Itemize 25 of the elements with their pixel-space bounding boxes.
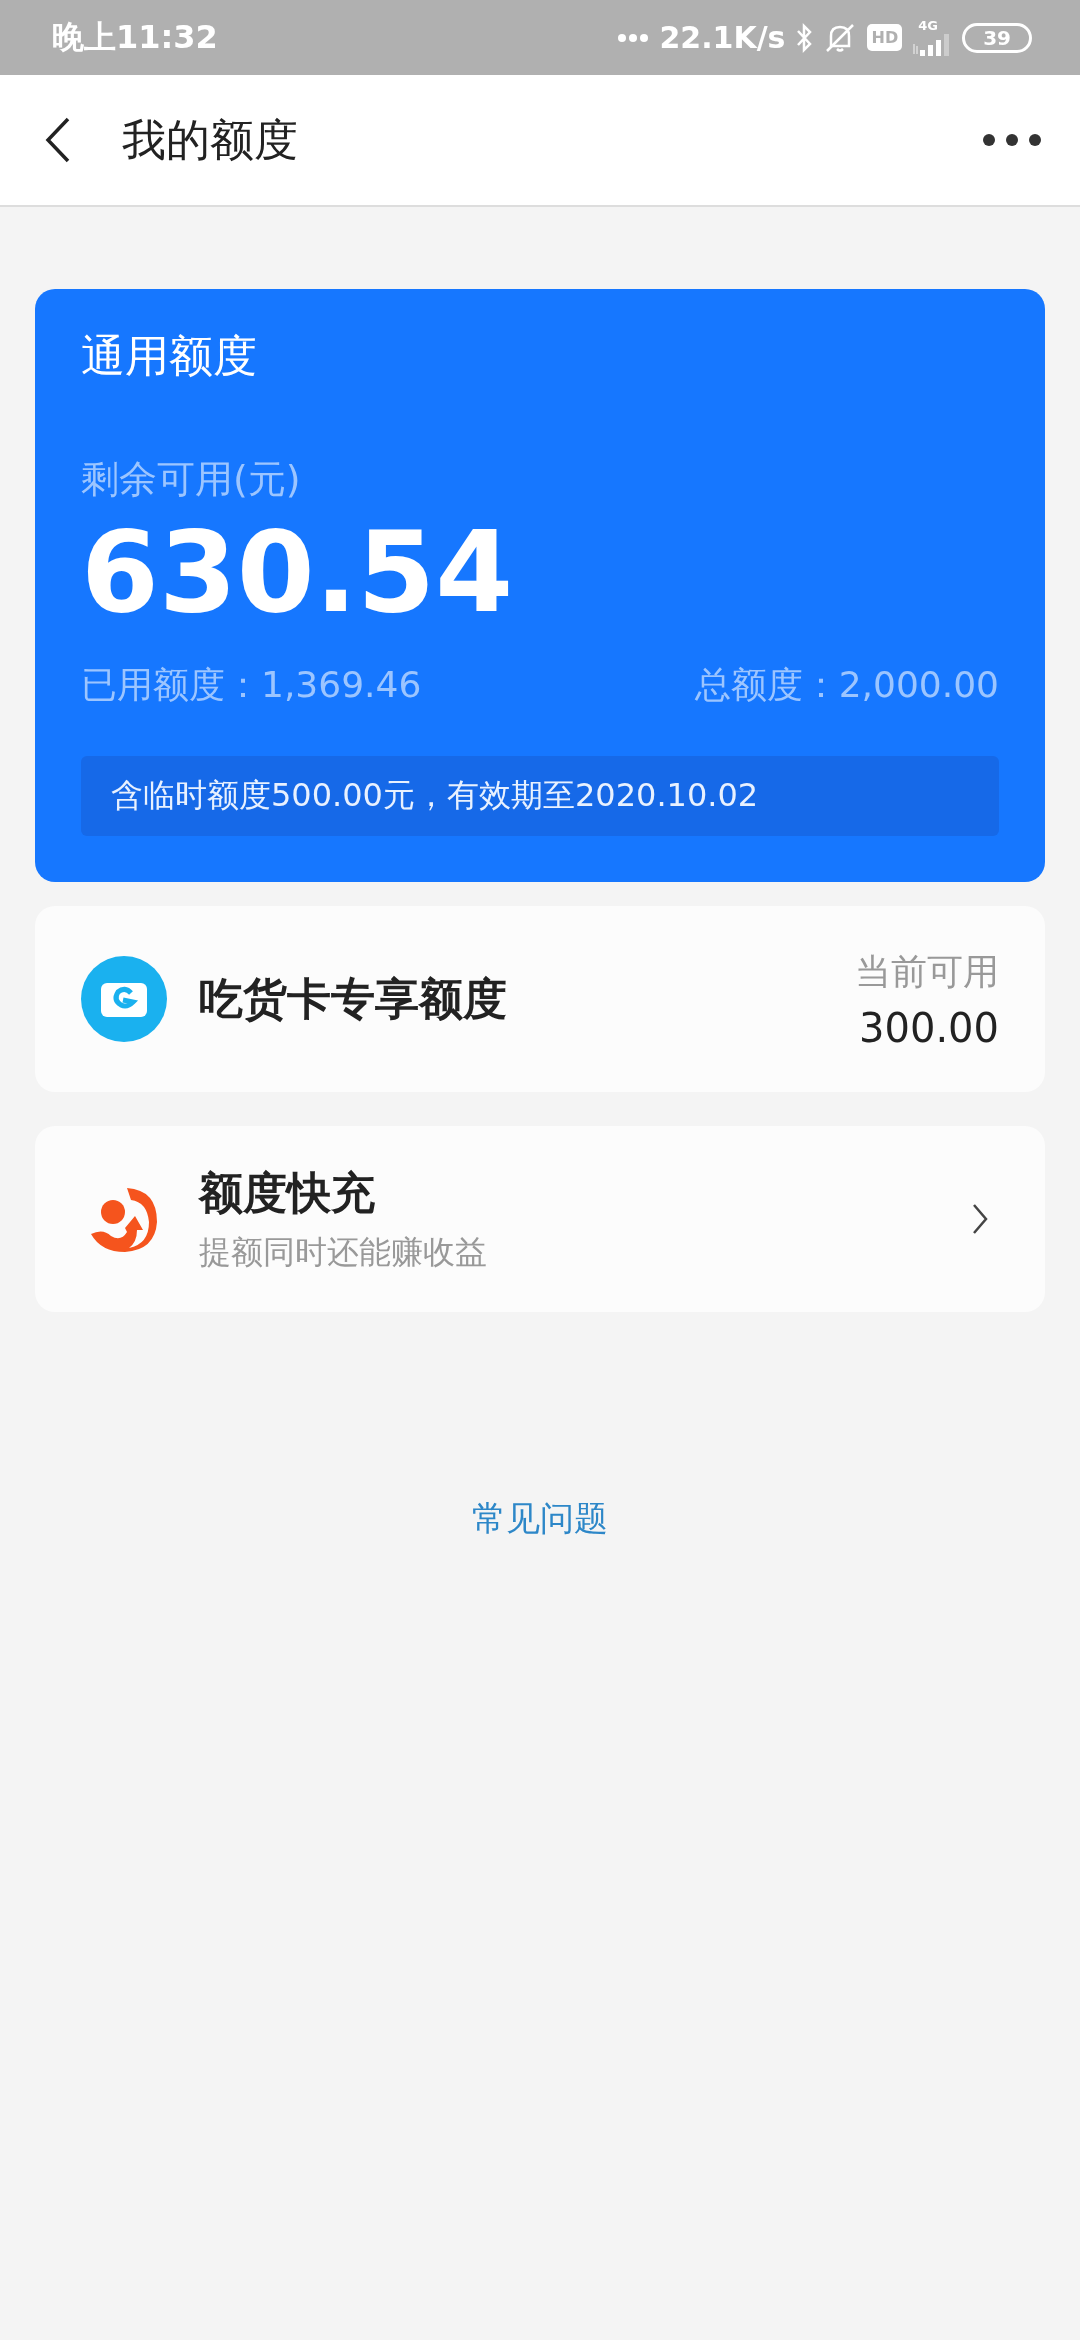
item-title: 额度快充 xyxy=(199,1165,376,1220)
remaining-label: 剩余可用(元) xyxy=(81,456,302,503)
card-title: 通用额度 xyxy=(81,329,258,383)
back-icon[interactable] xyxy=(44,116,72,164)
network-speed: 22.1K/s xyxy=(659,20,786,55)
temporary-quota-note: 含临时额度500.00元，有效期至2020.10.02 xyxy=(81,756,999,837)
card-icon xyxy=(81,956,167,1043)
dots-icon xyxy=(617,32,650,43)
faq-link[interactable]: 常见问题 xyxy=(472,1496,608,1543)
available-amount: 300.00 xyxy=(859,1004,999,1051)
item-subtitle: 提额同时还能赚收益 xyxy=(199,1231,488,1273)
remaining-amount: 630.54 xyxy=(81,506,515,639)
battery-indicator: 39 xyxy=(962,22,1032,53)
status-time: 晚上11:32 xyxy=(52,16,218,58)
more-icon[interactable] xyxy=(982,133,1042,147)
bluetooth-icon xyxy=(795,21,814,54)
item-title: 吃货卡专享额度 xyxy=(199,971,507,1026)
recharge-item[interactable]: 额度快充 提额同时还能赚收益 xyxy=(35,1126,1045,1313)
total-quota: 总额度：2,000.00 xyxy=(694,663,999,708)
available-label: 当前可用 xyxy=(855,949,999,994)
quota-item[interactable]: 吃货卡专享额度 当前可用 300.00 xyxy=(35,906,1045,1093)
network-type: 4G xyxy=(918,19,938,32)
page-title: 我的额度 xyxy=(122,112,299,167)
used-quota: 已用额度：1,369.46 xyxy=(81,663,422,708)
hd-badge: HD xyxy=(867,24,903,51)
